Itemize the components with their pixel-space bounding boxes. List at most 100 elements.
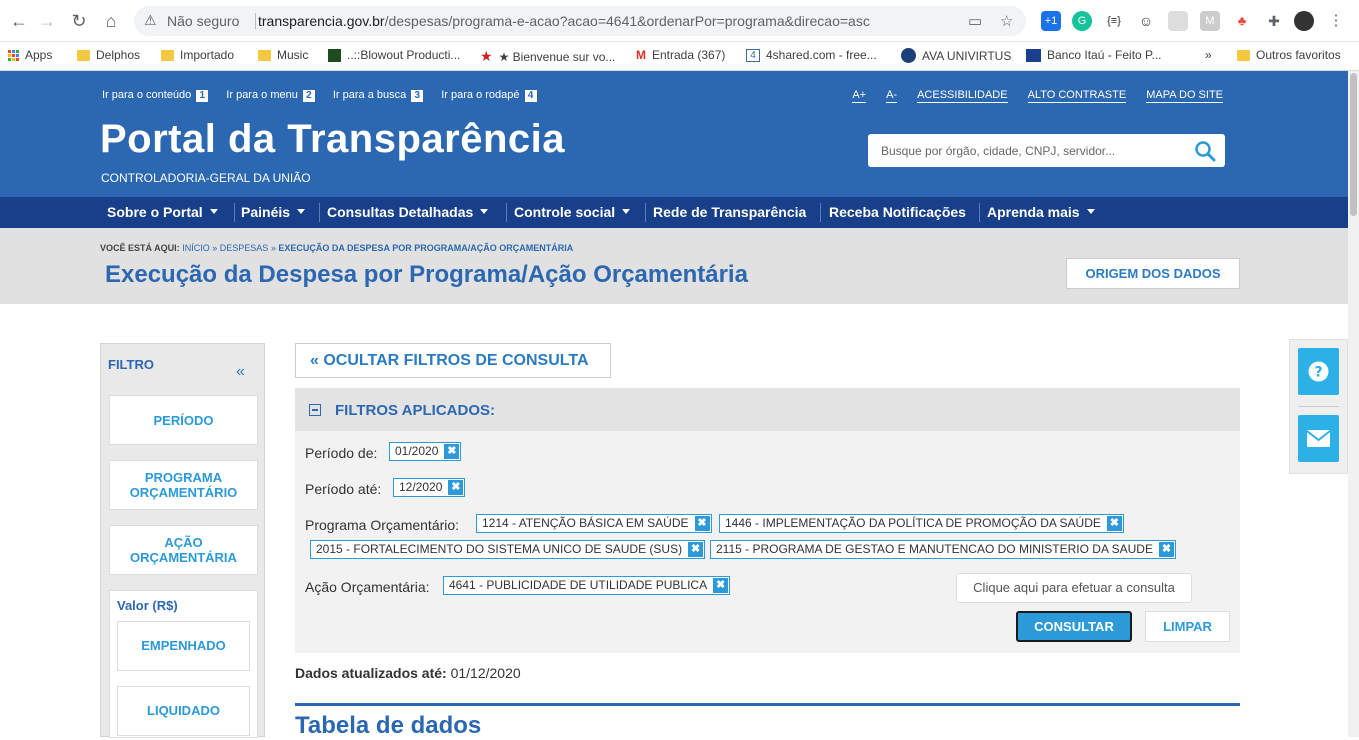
forward-icon[interactable]: → [36, 10, 58, 32]
star-icon[interactable]: ☆ [1000, 12, 1013, 30]
breadcrumb-current: EXECUÇÃO DA DESPESA POR PROGRAMA/AÇÃO OR… [278, 243, 574, 253]
nav-controle-social[interactable]: Controle social [514, 204, 631, 220]
address-bar[interactable]: ⚠ Não seguro transparencia.gov.br/despes… [134, 6, 1026, 36]
table-title: Tabela de dados [295, 712, 482, 739]
page-scrollbar[interactable] [1348, 71, 1359, 737]
reload-icon[interactable]: ↻ [68, 10, 90, 32]
caret-down-icon [622, 209, 631, 214]
bookmark-4shared[interactable]: 4 4shared.com - free... [746, 48, 877, 62]
remove-filter-icon[interactable]: ✖ [1158, 542, 1174, 557]
home-icon[interactable]: ⌂ [100, 10, 122, 32]
bookmarks-bar: Apps Delphos Importado Music ..::Blowout… [0, 42, 1359, 71]
bookmark-bienvenue[interactable]: ★ ★ Bienvenue sur vo... [480, 48, 615, 65]
chip-text: 12/2020 [399, 480, 443, 494]
periodo-de-chip: 01/2020 ✖ [389, 442, 462, 461]
remove-filter-icon[interactable]: ✖ [688, 542, 704, 557]
collapse-sidebar-icon[interactable]: « [236, 363, 245, 381]
cast-icon[interactable]: ▭ [968, 12, 982, 30]
limpar-button[interactable]: LIMPAR [1145, 611, 1230, 642]
scrollbar-thumb[interactable] [1350, 73, 1357, 216]
skip-link-search[interactable]: Ir para a busca 3 [333, 89, 424, 102]
bookmark-delphos[interactable]: Delphos [77, 48, 140, 62]
face-extension-icon[interactable]: ☺ [1136, 11, 1156, 31]
site-title[interactable]: Portal da Transparência [100, 117, 565, 162]
menu-kebab-icon[interactable]: ⋮ [1326, 11, 1346, 31]
filter-periodo-button[interactable]: PERÍODO [109, 395, 258, 445]
back-icon[interactable]: ← [8, 10, 30, 32]
remove-filter-icon[interactable]: ✖ [448, 480, 464, 495]
json-formatter-icon[interactable]: {≡} [1104, 11, 1124, 31]
skip-link-number: 1 [196, 90, 209, 102]
applied-filters-title: FILTROS APLICADOS: [335, 402, 495, 419]
bookmark-importado[interactable]: Importado [161, 48, 234, 62]
applied-filters-header[interactable]: FILTROS APLICADOS: [295, 388, 1240, 431]
breadcrumb-despesas-link[interactable]: DESPESAS [220, 243, 269, 253]
collapse-minus-icon[interactable] [309, 404, 321, 416]
bookmark-univirtus[interactable]: AVA UNIVIRTUS [901, 48, 1011, 63]
font-increase-link[interactable]: A+ [852, 89, 867, 103]
breadcrumb-home-link[interactable]: INÍCIO [182, 243, 210, 253]
bookmark-outros-favoritos[interactable]: Outros favoritos [1237, 48, 1341, 62]
bookmark-gmail[interactable]: M Entrada (367) [636, 48, 725, 62]
bookmark-itau[interactable]: Banco Itaú - Feito P... [1026, 48, 1162, 62]
nav-sobre-o-portal[interactable]: Sobre o Portal [107, 204, 218, 220]
data-updated: Dados atualizados até: 01/12/2020 [295, 665, 521, 681]
help-button[interactable]: ? [1298, 348, 1339, 395]
m-extension-icon[interactable]: M [1200, 11, 1220, 31]
consulta-hint[interactable]: Clique aqui para efetuar a consulta [956, 573, 1192, 603]
skip-link-footer[interactable]: Ir para o rodapé 4 [441, 89, 537, 102]
skip-link-menu[interactable]: Ir para o menu 2 [226, 89, 315, 102]
itau-icon [1026, 48, 1041, 62]
main-nav: Sobre o Portal Painéis Consultas Detalha… [0, 197, 1348, 228]
breadcrumb-separator: » [270, 243, 276, 253]
skip-link-number: 2 [302, 90, 315, 102]
url-path: /despesas/programa-e-acao?acao=4641&orde… [384, 13, 870, 29]
nav-aprenda-mais[interactable]: Aprenda mais [987, 204, 1095, 220]
nav-label: Aprenda mais [987, 204, 1080, 220]
profile-avatar-icon[interactable] [1294, 11, 1314, 31]
filter-liquidado-button[interactable]: LIQUIDADO [117, 686, 250, 736]
bookmark-apps[interactable]: Apps [8, 48, 52, 62]
puzzle-extensions-icon[interactable]: ✚ [1264, 11, 1284, 31]
origem-dos-dados-button[interactable]: ORIGEM DOS DADOS [1066, 258, 1240, 289]
nav-rede-de-transparencia[interactable]: Rede de Transparência [653, 204, 806, 220]
omnibox-separator [255, 13, 256, 29]
browser-toolbar: ← → ↻ ⌂ ⚠ Não seguro transparencia.gov.b… [0, 0, 1359, 42]
contact-button[interactable] [1298, 415, 1339, 462]
skip-link-label: Ir para o menu [226, 89, 298, 101]
envelope-icon [1306, 430, 1331, 447]
filter-empenhado-button[interactable]: EMPENHADO [117, 621, 250, 671]
extension-badge-icon[interactable]: +1 [1041, 11, 1061, 31]
remove-filter-icon[interactable]: ✖ [694, 516, 710, 531]
bookmarks-overflow-icon[interactable]: » [1205, 48, 1212, 62]
acao-label: Ação Orçamentária: [305, 579, 430, 595]
acao-chip-4641: 4641 - PUBLICIDADE DE UTILIDADE PUBLICA ✖ [443, 576, 731, 595]
nav-receba-notificacoes[interactable]: Receba Notificações [829, 204, 966, 220]
skip-link-content[interactable]: Ir para o conteúdo 1 [102, 89, 209, 102]
hide-filters-button[interactable]: « OCULTAR FILTROS DE CONSULTA [295, 343, 611, 378]
bookmark-blowout[interactable]: ..::Blowout Producti... [328, 48, 460, 62]
remove-filter-icon[interactable]: ✖ [713, 578, 729, 593]
nav-paineis[interactable]: Painéis [241, 204, 306, 220]
nav-consultas-detalhadas[interactable]: Consultas Detalhadas [327, 204, 489, 220]
high-contrast-link[interactable]: ALTO CONTRASTE [1027, 89, 1127, 103]
sitemap-link[interactable]: MAPA DO SITE [1146, 89, 1223, 103]
tree-extension-icon[interactable]: ♣ [1232, 11, 1252, 31]
grammarly-icon[interactable]: G [1072, 11, 1092, 31]
bookmark-label: Delphos [96, 48, 141, 62]
gray-extension-icon[interactable] [1168, 11, 1188, 31]
site-search-input[interactable]: Busque por órgão, cidade, CNPJ, servidor… [868, 134, 1225, 167]
bookmark-label: Apps [25, 48, 53, 62]
filter-programa-button[interactable]: PROGRAMA ORÇAMENTÁRIO [109, 460, 258, 510]
caret-down-icon [480, 209, 489, 214]
font-decrease-link[interactable]: A- [886, 89, 898, 103]
search-icon[interactable] [1194, 140, 1216, 162]
remove-filter-icon[interactable]: ✖ [444, 444, 460, 459]
consultar-button[interactable]: CONSULTAR [1016, 611, 1132, 642]
url-text: transparencia.gov.br/despesas/programa-e… [258, 13, 870, 29]
bookmark-music[interactable]: Music [258, 48, 308, 62]
accessibility-link[interactable]: ACESSIBILIDADE [917, 89, 1008, 103]
filter-acao-button[interactable]: AÇÃO ORÇAMENTÁRIA [109, 525, 258, 575]
periodo-de-label: Período de: [305, 445, 378, 461]
remove-filter-icon[interactable]: ✖ [1106, 516, 1122, 531]
